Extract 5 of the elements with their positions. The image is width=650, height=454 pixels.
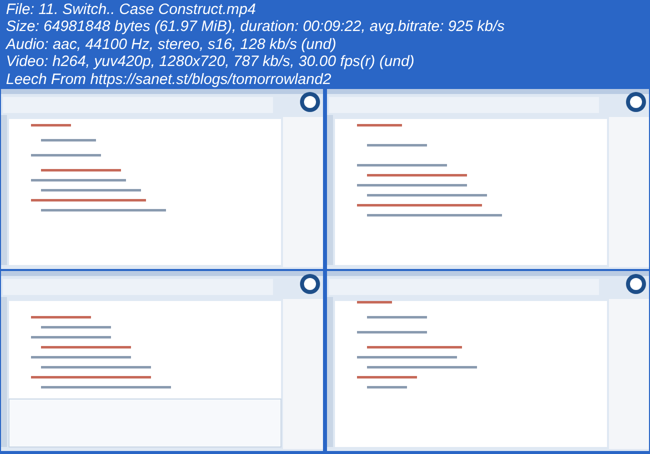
info-line: Leech From https://sanet.st/blogs/tomorrowland2 (6, 70, 332, 88)
info-line: Audio: aac, 44100 Hz, stereo, s16, 128 kb/s (und) (6, 36, 338, 54)
info-line: Size: 64981848 bytes (61.97 MiB), duration: 00:09:22, avg.bitrate: 925 kb/s (6, 18, 506, 36)
info-line: Video: h264, yuv420p, 1280x720, 787 kb/s, 30.00 fps(r) (und) (6, 53, 416, 71)
info-line: File: 11. Switch.. Case Construct.mp4 (6, 1, 257, 18)
